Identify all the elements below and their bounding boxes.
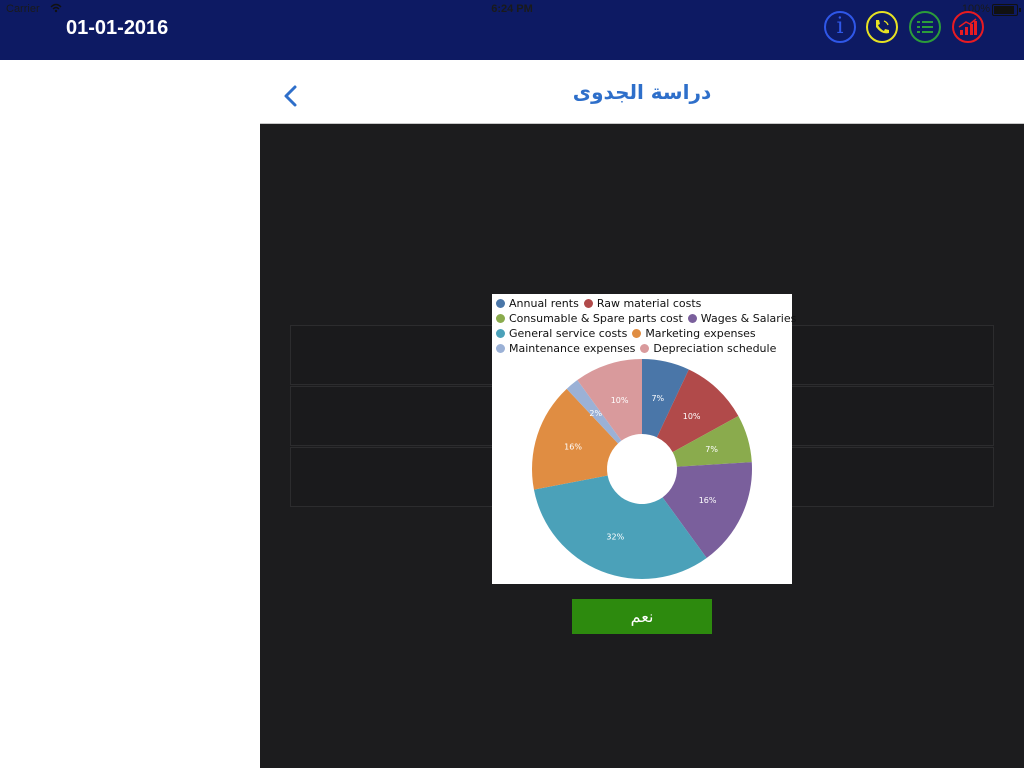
info-icon: i bbox=[836, 14, 844, 39]
ok-button[interactable]: نعم bbox=[572, 599, 712, 634]
phone-icon bbox=[876, 20, 889, 34]
nav-bar: دراسة الجدوى bbox=[260, 60, 1024, 124]
battery-icon bbox=[992, 4, 1021, 16]
chart-icon bbox=[958, 18, 977, 35]
list-icon bbox=[917, 21, 933, 33]
content-overlay: Annual rents Raw material costs Consumable… bbox=[260, 124, 1024, 768]
chart-button[interactable] bbox=[952, 11, 984, 43]
pie-chart: 7%10%7%16%32%16%2%10% bbox=[532, 359, 752, 579]
slice-label: 10% bbox=[683, 412, 701, 421]
header-date: 01-01-2016 bbox=[66, 17, 169, 39]
slice-label: 7% bbox=[705, 445, 718, 454]
sidebar bbox=[0, 60, 260, 768]
slice-label: 7% bbox=[651, 394, 664, 403]
page-title: دراسة الجدوى bbox=[572, 80, 712, 104]
top-bar: Carrier 6:24 PM 100% 01-01-2016 i bbox=[0, 0, 1024, 60]
slice-label: 16% bbox=[699, 496, 717, 505]
slice-label: 16% bbox=[564, 443, 582, 452]
list-button[interactable] bbox=[909, 11, 941, 43]
phone-button[interactable] bbox=[866, 11, 898, 43]
chart-popup: Annual rents Raw material costs Consumable… bbox=[492, 294, 796, 584]
slice-label: 10% bbox=[611, 396, 629, 405]
clock: 6:24 PM bbox=[491, 3, 533, 15]
info-button[interactable]: i bbox=[824, 11, 856, 43]
slice-label: 32% bbox=[606, 532, 624, 541]
